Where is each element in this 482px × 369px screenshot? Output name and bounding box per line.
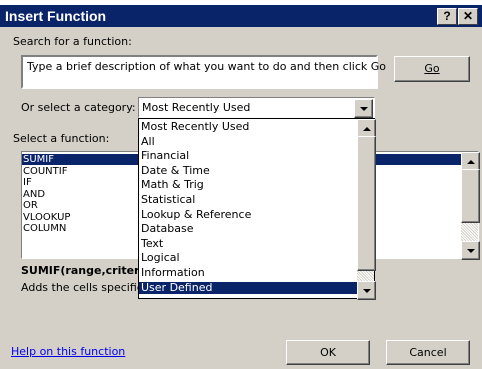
chevron-down-icon [362,288,371,293]
category-option[interactable]: Information [139,267,359,279]
category-option[interactable]: Lookup & Reference [139,208,359,221]
category-option[interactable]: Date & Time [139,164,359,177]
category-label: Or select a category: [21,101,136,114]
category-selected-value: Most Recently Used [142,101,251,114]
category-option[interactable]: Logical [139,252,359,264]
category-option[interactable]: Database [139,223,359,235]
category-option[interactable]: User Defined [139,281,359,294]
category-option[interactable]: Statistical [139,194,359,206]
search-input[interactable]: Type a brief description of what you wan… [21,55,386,89]
category-select[interactable]: Most Recently Used [138,97,375,118]
dropdown-scroll-thumb[interactable] [357,136,376,271]
search-input-value: Type a brief description of what you wan… [27,60,386,73]
category-option[interactable]: Most Recently Used [139,121,359,133]
help-button[interactable]: ? [437,8,457,25]
category-option[interactable]: Financial [139,150,359,162]
category-option[interactable]: All [139,135,359,148]
chevron-down-icon [359,106,368,111]
help-on-function-link[interactable]: Help on this function [11,345,125,358]
dropdown-scrollbar[interactable] [357,119,376,300]
scroll-thumb[interactable] [461,169,480,223]
function-list-label: Select a function: [13,132,110,145]
go-button-label: Go [424,62,440,75]
function-signature: SUMIF(range,criteri [21,264,144,277]
category-option[interactable]: Math & Trig [139,179,359,191]
category-option[interactable]: Text [139,237,359,250]
category-dropdown-list[interactable]: Most Recently Used All Financial Date & Tim… [138,118,376,300]
category-dropdown-button[interactable] [354,99,373,118]
go-button[interactable]: Go [394,56,470,82]
scroll-down-button[interactable] [461,241,480,260]
dropdown-scroll-down-button[interactable] [357,281,376,300]
chevron-up-icon [362,126,371,131]
cancel-button[interactable]: Cancel [386,340,470,365]
function-list-scrollbar[interactable] [461,152,480,260]
chevron-up-icon [466,159,475,164]
window-title: Insert Function [5,8,107,24]
close-button[interactable]: ✕ [458,8,478,25]
function-description: Adds the cells specifie [21,281,144,294]
ok-button[interactable]: OK [286,340,370,365]
chevron-down-icon [466,248,475,253]
search-label: Search for a function: [13,35,132,48]
